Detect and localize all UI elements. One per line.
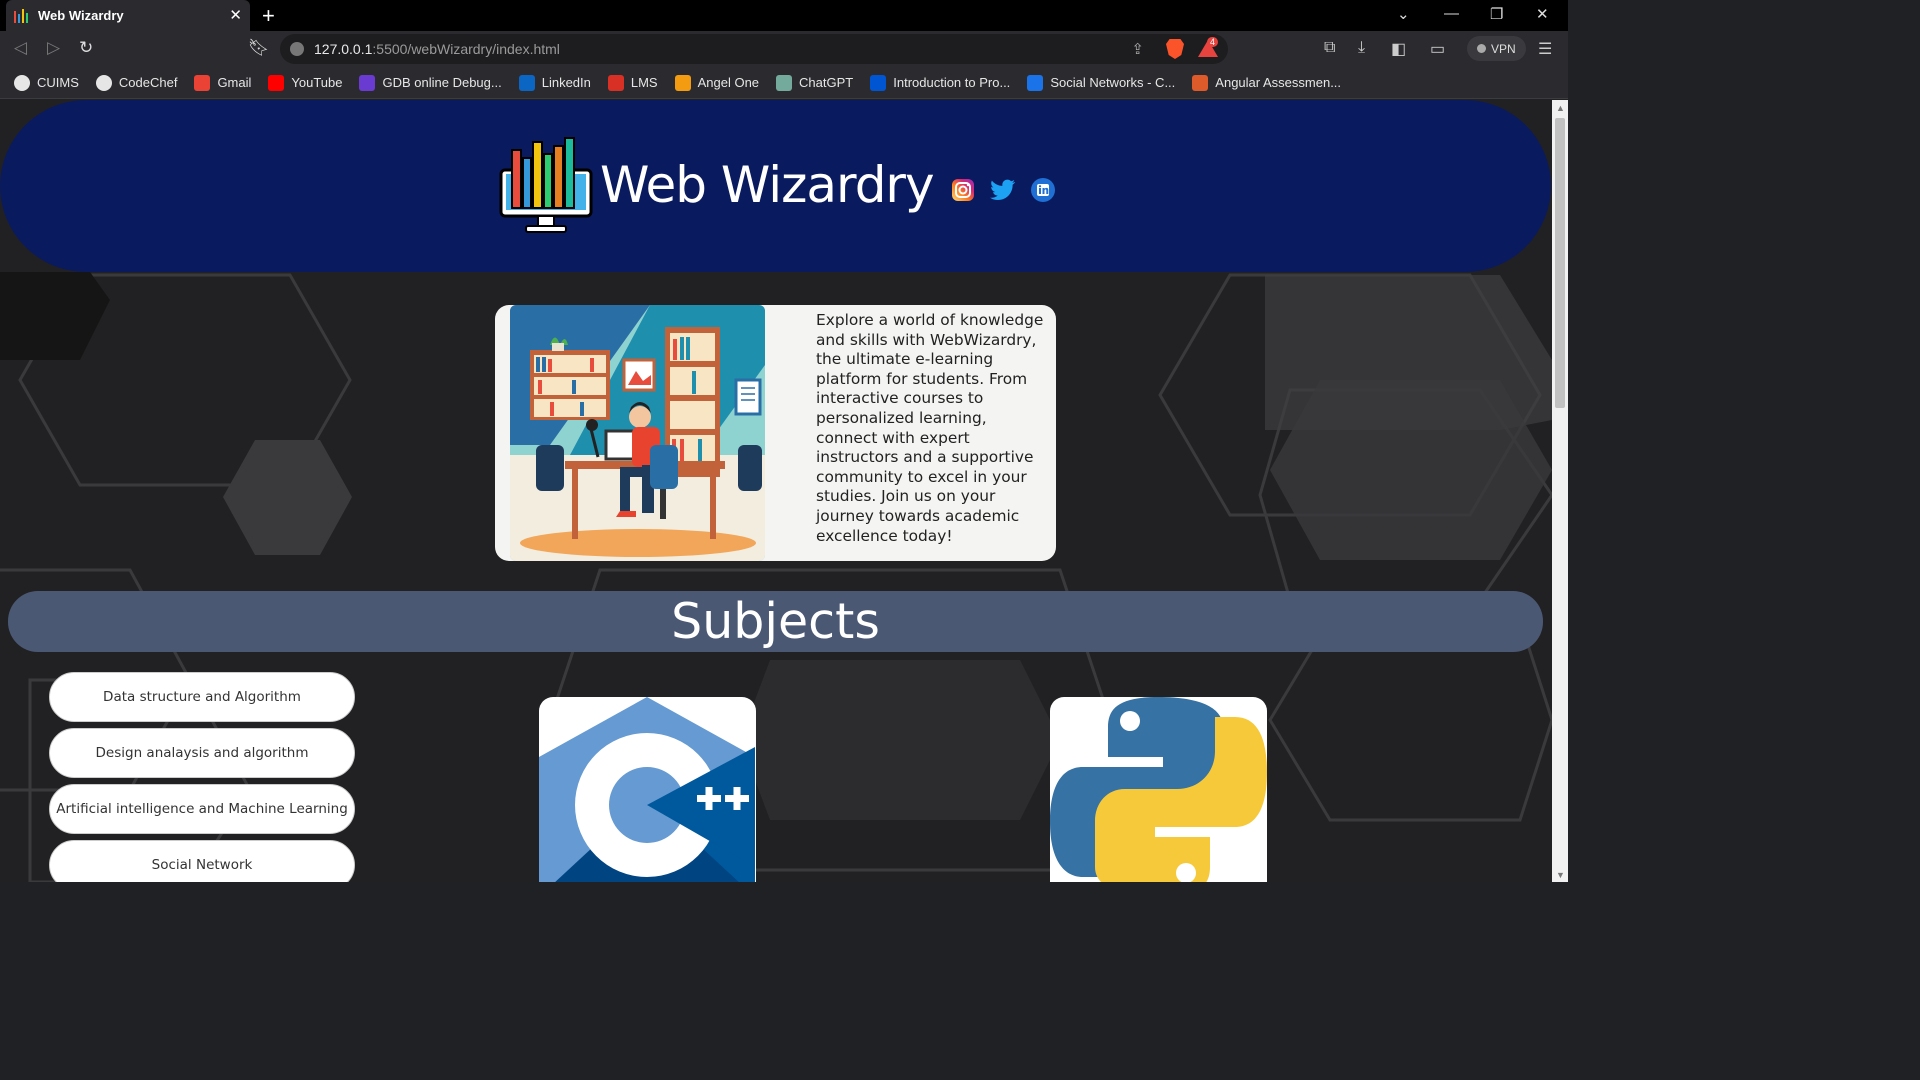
bookmark-introduction-to-pro[interactable]: Introduction to Pro... — [870, 74, 1011, 91]
tab-title: Web Wizardry — [38, 8, 124, 23]
page-viewport: Web Wizardry Explore a world of knowledg… — [0, 100, 1552, 882]
python-logo-icon — [1050, 697, 1267, 882]
minimize-icon[interactable]: — — [1444, 5, 1459, 22]
bookmark-label: Social Networks - C... — [1050, 75, 1176, 90]
address-bar[interactable]: 127.0.0.1:5500/webWizardry/index.html ⇪ … — [280, 34, 1228, 64]
back-icon[interactable]: ◁ — [14, 38, 27, 58]
bookmark-angular-assessmen[interactable]: Angular Assessmen... — [1192, 74, 1342, 91]
downloads-icon[interactable]: ⤓ — [1358, 39, 1365, 57]
globe-icon — [95, 74, 112, 91]
site-info-icon[interactable] — [290, 42, 304, 56]
bookmark-cuims[interactable]: CUIMS — [14, 74, 79, 91]
rewards-badge: 4 — [1206, 37, 1218, 47]
bookmark-youtube[interactable]: YouTube — [268, 74, 343, 91]
wallet-icon[interactable]: ▭ — [1430, 39, 1445, 59]
gdb-icon — [359, 74, 376, 91]
vpn-button[interactable]: VPN — [1467, 36, 1526, 61]
bookmark-label: CUIMS — [37, 75, 79, 90]
subjects-title: Subjects — [671, 593, 880, 650]
subject-button-aiml[interactable]: Artificial intelligence and Machine Lear… — [49, 784, 355, 834]
browser-toolbar: ◁ ▷ ↻ 🔖︎ 127.0.0.1:5500/webWizardry/inde… — [0, 31, 1568, 67]
bookmarks-bar: CUIMS CodeChef Gmail YouTube GDB online Debu… — [0, 67, 1568, 99]
tab-favicon-icon — [14, 8, 30, 23]
extensions-icon[interactable]: ⧉ — [1324, 39, 1335, 57]
swayam-icon — [1027, 74, 1044, 91]
bookmark-label: Angel One — [697, 75, 760, 90]
page-scrollbar[interactable]: ▲ ▼ — [1552, 100, 1568, 882]
student-studying-illustration — [510, 305, 765, 561]
hero-header: Web Wizardry — [0, 100, 1551, 272]
tab-search-chevron-icon[interactable]: ⌄ — [1397, 5, 1410, 23]
scrollbar-thumb[interactable] — [1555, 118, 1565, 408]
reload-icon[interactable]: ↻ — [79, 38, 93, 58]
site-title: Web Wizardry — [600, 156, 935, 214]
forward-icon[interactable]: ▷ — [47, 38, 60, 58]
bookmark-label: CodeChef — [118, 75, 178, 90]
bookmark-codechef[interactable]: CodeChef — [95, 74, 178, 91]
globe-icon — [14, 74, 30, 91]
browser-tab[interactable]: Web Wizardry ✕ — [6, 0, 250, 31]
lms-icon — [607, 74, 624, 91]
angel-one-icon — [674, 74, 691, 91]
bookmark-label: Angular Assessmen... — [1215, 75, 1342, 90]
bookmark-label: LMS — [630, 75, 658, 90]
linkedin-icon — [518, 74, 535, 91]
linkedin-icon[interactable] — [1030, 177, 1056, 203]
close-tab-icon[interactable]: ✕ — [229, 6, 242, 24]
instagram-icon[interactable] — [950, 177, 976, 203]
monitor-books-logo-icon — [498, 136, 594, 234]
intro-card: Explore a world of knowledge and skills … — [495, 305, 1056, 561]
scroll-down-icon[interactable]: ▼ — [1556, 870, 1565, 880]
gmail-icon — [194, 74, 211, 91]
url-text: 127.0.0.1:5500/webWizardry/index.html — [314, 41, 560, 57]
bookmark-angel-one[interactable]: Angel One — [674, 74, 760, 91]
cpp-card[interactable] — [539, 697, 756, 882]
bookmark-label: YouTube — [291, 75, 343, 90]
python-card[interactable] — [1050, 697, 1267, 882]
angular-icon — [1192, 74, 1209, 91]
bookmark-social-networks-c[interactable]: Social Networks - C... — [1027, 74, 1176, 91]
bookmark-gmail[interactable]: Gmail — [194, 74, 252, 91]
subject-button-social-network[interactable]: Social Network — [49, 840, 355, 882]
subject-button-daa[interactable]: Design analaysis and algorithm — [49, 728, 355, 778]
coursera-icon — [870, 74, 887, 91]
menu-icon[interactable]: ☰ — [1538, 39, 1552, 59]
intro-description: Explore a world of knowledge and skills … — [816, 311, 1044, 545]
bookmark-linkedin[interactable]: LinkedIn — [518, 74, 591, 91]
bookmark-label: Introduction to Pro... — [893, 75, 1011, 90]
bookmark-label: ChatGPT — [799, 75, 854, 90]
youtube-icon — [268, 74, 285, 91]
subjects-header-bar: Subjects — [8, 591, 1543, 652]
bookmark-gdb-online-debug[interactable]: GDB online Debug... — [359, 74, 502, 91]
chatgpt-icon — [776, 74, 793, 91]
close-window-icon[interactable]: ✕ — [1536, 5, 1549, 23]
bookmark-label: Gmail — [217, 75, 252, 90]
restore-icon[interactable]: ❐ — [1490, 5, 1503, 23]
bookmark-label: LinkedIn — [541, 75, 591, 90]
browser-tab-strip: Web Wizardry ✕ + ⌄ — ❐ ✕ — [0, 0, 1568, 31]
bookmark-label: GDB online Debug... — [382, 75, 502, 90]
brave-shields-icon[interactable] — [1166, 39, 1184, 59]
subject-button-dsa[interactable]: Data structure and Algorithm — [49, 672, 355, 722]
bookmark-icon[interactable]: 🔖︎ — [248, 38, 270, 58]
scroll-up-icon[interactable]: ▲ — [1556, 103, 1565, 113]
cpp-logo-icon — [539, 697, 755, 882]
bookmark-lms[interactable]: LMS — [607, 74, 658, 91]
twitter-icon[interactable] — [989, 177, 1016, 203]
share-icon[interactable]: ⇪ — [1131, 40, 1144, 58]
new-tab-icon[interactable]: + — [262, 3, 275, 29]
bookmark-chatgpt[interactable]: ChatGPT — [776, 74, 854, 91]
sidebar-icon[interactable]: ◧ — [1391, 39, 1406, 59]
